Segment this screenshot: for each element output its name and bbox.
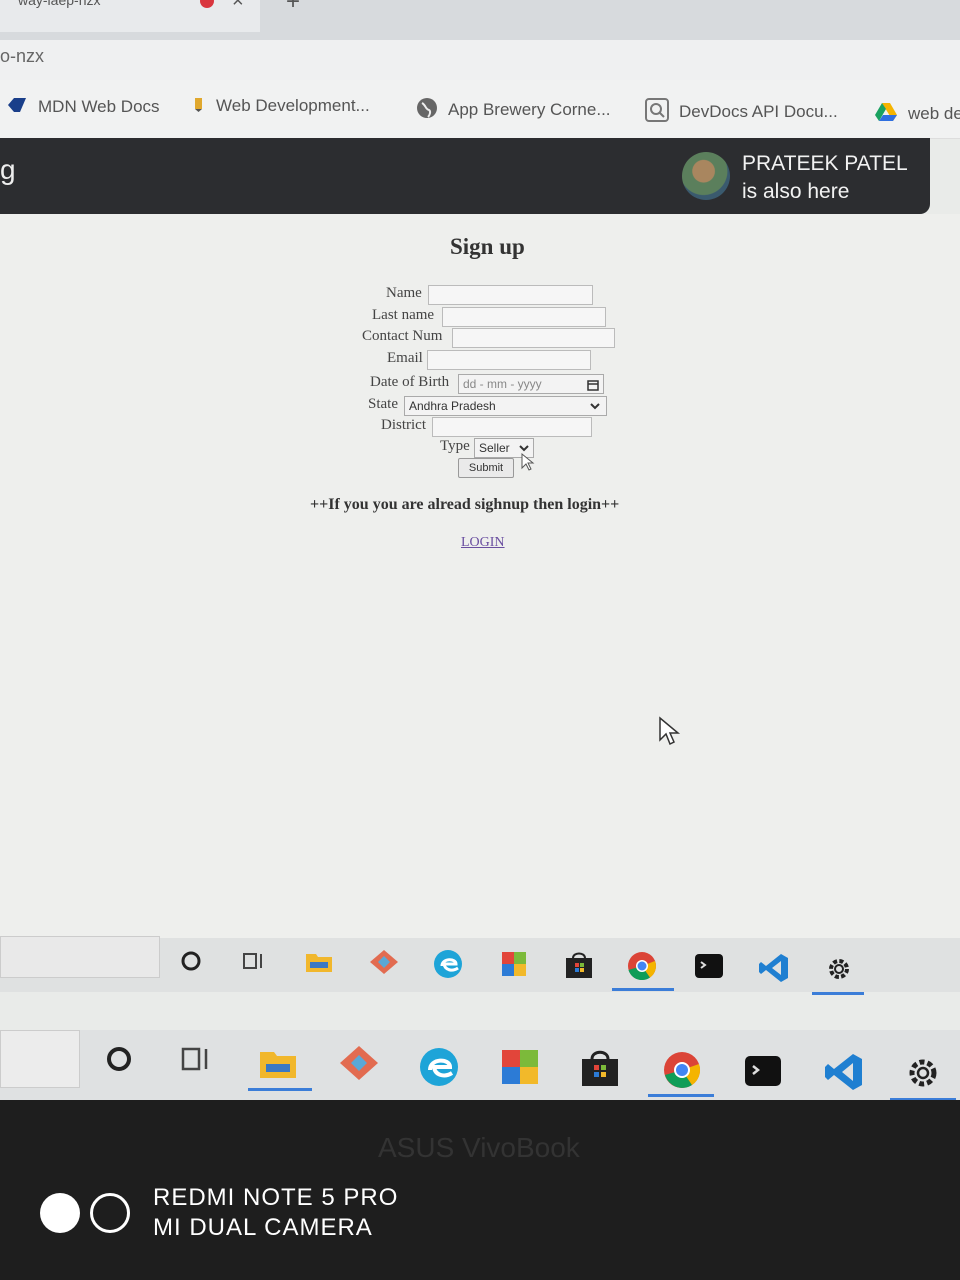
presenter-name: PRATEEK PATEL — [742, 152, 908, 175]
settings-gear-icon[interactable] — [826, 956, 852, 987]
last-name-field[interactable] — [442, 307, 606, 327]
bookmark-label: Web Development... — [216, 96, 370, 115]
chrome-icon[interactable] — [662, 1050, 702, 1095]
dob-field[interactable]: dd - mm - yyyy — [458, 374, 604, 394]
dob-placeholder: dd - mm - yyyy — [463, 377, 542, 391]
state-label: State — [368, 396, 398, 412]
email-field[interactable] — [427, 350, 591, 370]
close-tab-icon[interactable]: × — [232, 0, 244, 13]
active-app-indicator — [612, 988, 674, 991]
bookmark-label: App Brewery Corne... — [448, 99, 611, 119]
avatar — [682, 152, 730, 200]
contact-label: Contact Num — [362, 328, 443, 344]
mdn-icon — [6, 96, 28, 119]
page-title: Sign up — [450, 234, 525, 259]
bookmark-web-development[interactable]: Web Development... — [192, 96, 370, 117]
store-icon[interactable] — [580, 1048, 620, 1093]
office-icon[interactable] — [500, 950, 528, 983]
git-icon[interactable] — [338, 1044, 380, 1087]
task-view-icon[interactable] — [242, 950, 266, 977]
task-view-icon[interactable] — [180, 1044, 212, 1079]
login-link[interactable]: LOGIN — [461, 535, 505, 551]
bookmark-mdn[interactable]: MDN Web Docs — [6, 96, 160, 119]
cortana-icon[interactable] — [180, 950, 202, 977]
district-field[interactable] — [432, 417, 592, 437]
cortana-icon[interactable] — [104, 1044, 134, 1079]
globe-icon — [416, 97, 438, 124]
banner-partial-text: g — [0, 154, 16, 185]
bookmark-app-brewery[interactable]: App Brewery Corne... — [416, 97, 611, 124]
url-text[interactable]: o-nzx — [0, 46, 44, 67]
bookmark-label: MDN Web Docs — [38, 96, 160, 116]
office-icon[interactable] — [500, 1048, 540, 1091]
presenter-status: is also here — [742, 180, 850, 203]
store-icon[interactable] — [564, 950, 594, 985]
dob-label: Date of Birth — [370, 374, 450, 390]
settings-gear-icon[interactable] — [906, 1056, 940, 1095]
pointer-cursor-icon — [520, 452, 536, 477]
type-value: Seller — [479, 441, 510, 455]
tab-title: way-laep-nzx — [18, 0, 101, 8]
pencil-icon — [192, 96, 206, 117]
new-tab-icon[interactable]: + — [286, 0, 300, 16]
district-label: District — [381, 417, 426, 433]
calendar-icon[interactable] — [587, 378, 599, 396]
laptop-bezel — [0, 1100, 960, 1280]
active-app-indicator — [648, 1094, 714, 1097]
name-label: Name — [386, 285, 422, 301]
vscode-icon[interactable] — [824, 1052, 864, 1097]
laptop-brand-logo: ASUS VivoBook — [378, 1132, 580, 1163]
vscode-icon[interactable] — [758, 952, 790, 989]
terminal-icon[interactable] — [744, 1054, 782, 1093]
camera-watermark-line1: REDMI NOTE 5 PRO — [153, 1184, 399, 1211]
bookmarks-bar: MDN Web Docs Web Development... App Brew… — [0, 80, 960, 139]
devdocs-icon — [645, 98, 669, 127]
camera-ring-icon — [90, 1193, 130, 1233]
git-icon[interactable] — [368, 948, 400, 981]
email-label: Email — [387, 350, 423, 366]
bookmark-web-dev-drive[interactable]: web de — [874, 102, 960, 127]
mouse-cursor-icon — [658, 716, 682, 751]
state-select[interactable]: Andhra Pradesh — [404, 396, 607, 416]
state-value: Andhra Pradesh — [409, 399, 496, 413]
camera-watermark-line2: MI DUAL CAMERA — [153, 1214, 373, 1241]
bookmark-devdocs[interactable]: DevDocs API Docu... — [645, 98, 838, 127]
chrome-icon[interactable] — [626, 950, 658, 987]
edge-icon[interactable] — [432, 948, 464, 985]
name-field[interactable] — [428, 285, 593, 305]
active-app-indicator — [812, 992, 864, 995]
file-explorer-icon[interactable] — [304, 950, 334, 979]
bookmark-label: DevDocs API Docu... — [679, 101, 838, 121]
bookmark-label: web de — [908, 103, 960, 123]
file-explorer-icon[interactable] — [258, 1048, 298, 1085]
active-app-indicator — [248, 1088, 312, 1091]
taskbar-lower — [0, 1030, 960, 1100]
address-bar[interactable] — [0, 40, 960, 80]
last-name-label: Last name — [372, 307, 435, 323]
drive-icon — [874, 102, 898, 127]
edge-icon[interactable] — [418, 1046, 460, 1093]
taskbar-search-box[interactable] — [0, 936, 160, 978]
taskbar-search-box[interactable] — [0, 1030, 80, 1088]
contact-field[interactable] — [452, 328, 615, 348]
type-label: Type — [440, 438, 470, 454]
submit-button[interactable]: Submit — [458, 458, 514, 478]
camera-dot-icon — [40, 1193, 80, 1233]
login-message: ++If you you are alread sighnup then log… — [310, 496, 620, 513]
terminal-icon[interactable] — [694, 952, 724, 985]
